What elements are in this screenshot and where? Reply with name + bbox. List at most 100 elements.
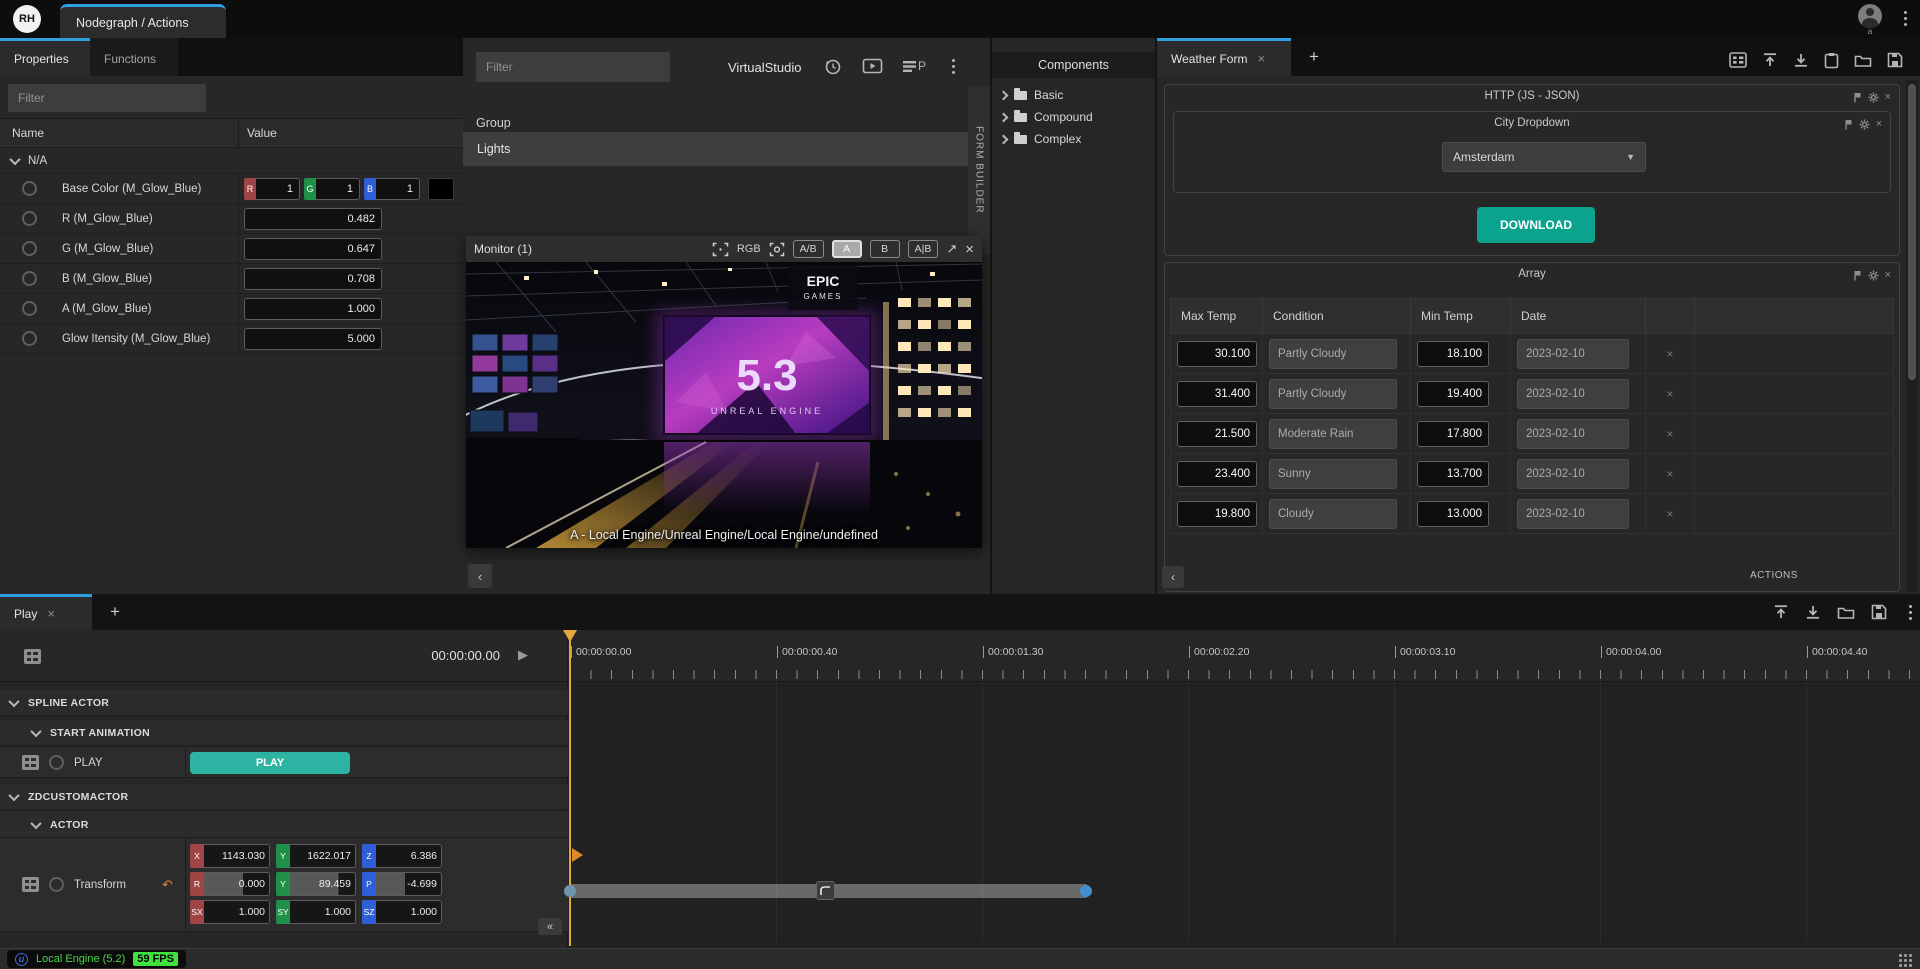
close-tab-icon[interactable]: × bbox=[47, 606, 55, 621]
popout-icon[interactable]: ↗ bbox=[946, 241, 957, 257]
gear-icon[interactable] bbox=[1868, 92, 1879, 103]
properties-filter-input[interactable] bbox=[8, 84, 206, 112]
remove-row-button[interactable]: × bbox=[1666, 507, 1673, 521]
axis-value[interactable]: 1.000 bbox=[204, 900, 270, 924]
engine-status[interactable]: u Local Engine (5.2) 59 FPS bbox=[7, 950, 186, 968]
axis-value[interactable]: 1.000 bbox=[376, 900, 442, 924]
date-input[interactable] bbox=[1517, 499, 1629, 529]
track-transform[interactable]: Transform ↶ X1143.030 Y1622.017 Z6.386 R… bbox=[0, 838, 568, 932]
tab-nodegraph-actions[interactable]: Nodegraph / Actions bbox=[60, 4, 226, 38]
tab-functions[interactable]: Functions bbox=[90, 38, 178, 76]
add-tab-button[interactable]: + bbox=[104, 601, 126, 623]
collapse-left-button[interactable]: ‹ bbox=[468, 564, 492, 588]
axis-value[interactable]: 1.000 bbox=[290, 900, 356, 924]
fit-view-icon[interactable] bbox=[712, 242, 729, 257]
condition-input[interactable] bbox=[1269, 499, 1397, 529]
collapse-track-list-button[interactable]: « bbox=[538, 918, 562, 935]
max-temp-input[interactable] bbox=[1177, 381, 1257, 407]
track-options-icon[interactable] bbox=[24, 649, 41, 664]
date-input[interactable] bbox=[1517, 339, 1629, 369]
track-group-actor[interactable]: ACTOR bbox=[0, 812, 568, 838]
property-radio[interactable] bbox=[22, 241, 37, 256]
date-input[interactable] bbox=[1517, 459, 1629, 489]
color-swatch[interactable] bbox=[428, 178, 454, 200]
min-temp-input[interactable] bbox=[1417, 501, 1489, 527]
compare-ab-button[interactable]: A/B bbox=[793, 240, 824, 258]
property-radio[interactable] bbox=[22, 181, 37, 196]
close-node-icon[interactable]: × bbox=[1885, 269, 1891, 281]
monitor-viewport[interactable]: 5.3 UNREAL ENGINE EPIC GAMES bbox=[466, 262, 982, 548]
timeline-menu-icon[interactable] bbox=[1903, 602, 1917, 622]
track-group-zdcustomactor[interactable]: ZDCUSTOMACTOR bbox=[0, 784, 568, 810]
tree-item-compound[interactable]: Compound bbox=[992, 106, 1155, 128]
monitor-close-icon[interactable]: × bbox=[965, 241, 974, 258]
close-node-icon[interactable]: × bbox=[1876, 118, 1882, 130]
axis-value[interactable]: 89.459 bbox=[290, 872, 356, 896]
date-input[interactable] bbox=[1517, 379, 1629, 409]
remove-row-button[interactable]: × bbox=[1666, 347, 1673, 361]
max-temp-input[interactable] bbox=[1177, 461, 1257, 487]
date-input[interactable] bbox=[1517, 419, 1629, 449]
pin-icon[interactable] bbox=[1853, 270, 1862, 281]
add-tab-button[interactable]: + bbox=[1303, 46, 1325, 68]
close-node-icon[interactable]: × bbox=[1885, 91, 1891, 103]
remove-row-button[interactable]: × bbox=[1666, 467, 1673, 481]
channel-a-button[interactable]: A bbox=[832, 240, 862, 258]
track-play[interactable]: PLAY PLAY bbox=[0, 748, 568, 778]
property-value-input[interactable] bbox=[244, 328, 382, 350]
channel-b-button[interactable]: B bbox=[870, 240, 900, 258]
download-icon[interactable] bbox=[1805, 604, 1821, 620]
form-builder-vertical-tab[interactable]: FORM BUILDER bbox=[968, 86, 990, 254]
clipboard-icon[interactable] bbox=[1824, 52, 1839, 69]
tab-weather-form[interactable]: Weather Form × bbox=[1157, 38, 1291, 76]
easing-curve-icon[interactable] bbox=[816, 881, 835, 900]
axis-value[interactable]: -4.699 bbox=[376, 872, 442, 896]
b-channel-input[interactable] bbox=[376, 178, 420, 200]
undo-icon[interactable]: ↶ bbox=[162, 877, 173, 893]
property-radio[interactable] bbox=[22, 331, 37, 346]
r-channel-input[interactable] bbox=[256, 178, 300, 200]
axis-value[interactable]: 1143.030 bbox=[204, 844, 270, 868]
keyframe-dot-start[interactable] bbox=[564, 885, 576, 897]
track-radio[interactable] bbox=[49, 877, 64, 892]
remove-row-button[interactable]: × bbox=[1666, 387, 1673, 401]
monitor-header[interactable]: Monitor (1) RGB A/B A B A|B ↗ × bbox=[466, 236, 982, 262]
close-tab-icon[interactable]: × bbox=[1257, 51, 1265, 66]
property-radio[interactable] bbox=[22, 211, 37, 226]
collapse-left-button[interactable]: ‹ bbox=[1162, 566, 1184, 588]
property-value-input[interactable] bbox=[244, 268, 382, 290]
app-logo[interactable]: RH bbox=[13, 5, 41, 33]
tab-properties[interactable]: Properties bbox=[0, 38, 90, 76]
min-temp-input[interactable] bbox=[1417, 461, 1489, 487]
tab-play[interactable]: Play × bbox=[0, 594, 92, 630]
preview-monitor-icon[interactable] bbox=[862, 58, 883, 75]
track-group-start-animation[interactable]: START ANIMATION bbox=[0, 720, 568, 746]
max-temp-input[interactable] bbox=[1177, 501, 1257, 527]
download-icon[interactable] bbox=[1793, 52, 1809, 68]
gear-icon[interactable] bbox=[1859, 119, 1870, 130]
resize-grip-icon[interactable] bbox=[1898, 953, 1912, 967]
group-item-lights[interactable]: Lights bbox=[463, 132, 968, 166]
condition-input[interactable] bbox=[1269, 379, 1397, 409]
save-icon[interactable] bbox=[1887, 52, 1903, 68]
axis-value[interactable]: 1622.017 bbox=[290, 844, 356, 868]
city-select[interactable]: Amsterdam ▼ bbox=[1442, 142, 1646, 172]
app-menu-icon[interactable] bbox=[1898, 8, 1912, 28]
folder-open-icon[interactable] bbox=[1854, 53, 1872, 68]
nodegraph-filter-input[interactable] bbox=[476, 52, 670, 82]
axis-value[interactable]: 0.000 bbox=[204, 872, 270, 896]
property-radio[interactable] bbox=[22, 271, 37, 286]
pin-icon[interactable] bbox=[1853, 92, 1862, 103]
min-temp-input[interactable] bbox=[1417, 421, 1489, 447]
property-value-input[interactable] bbox=[244, 238, 382, 260]
min-temp-input[interactable] bbox=[1417, 341, 1489, 367]
vertical-scrollbar[interactable] bbox=[1906, 80, 1918, 592]
min-temp-input[interactable] bbox=[1417, 381, 1489, 407]
max-temp-input[interactable] bbox=[1177, 421, 1257, 447]
property-radio[interactable] bbox=[22, 301, 37, 316]
download-button[interactable]: DOWNLOAD bbox=[1477, 207, 1595, 243]
focus-icon[interactable] bbox=[769, 242, 785, 257]
condition-input[interactable] bbox=[1269, 339, 1397, 369]
property-group-row[interactable]: N/A bbox=[0, 148, 466, 174]
track-radio[interactable] bbox=[49, 755, 64, 770]
